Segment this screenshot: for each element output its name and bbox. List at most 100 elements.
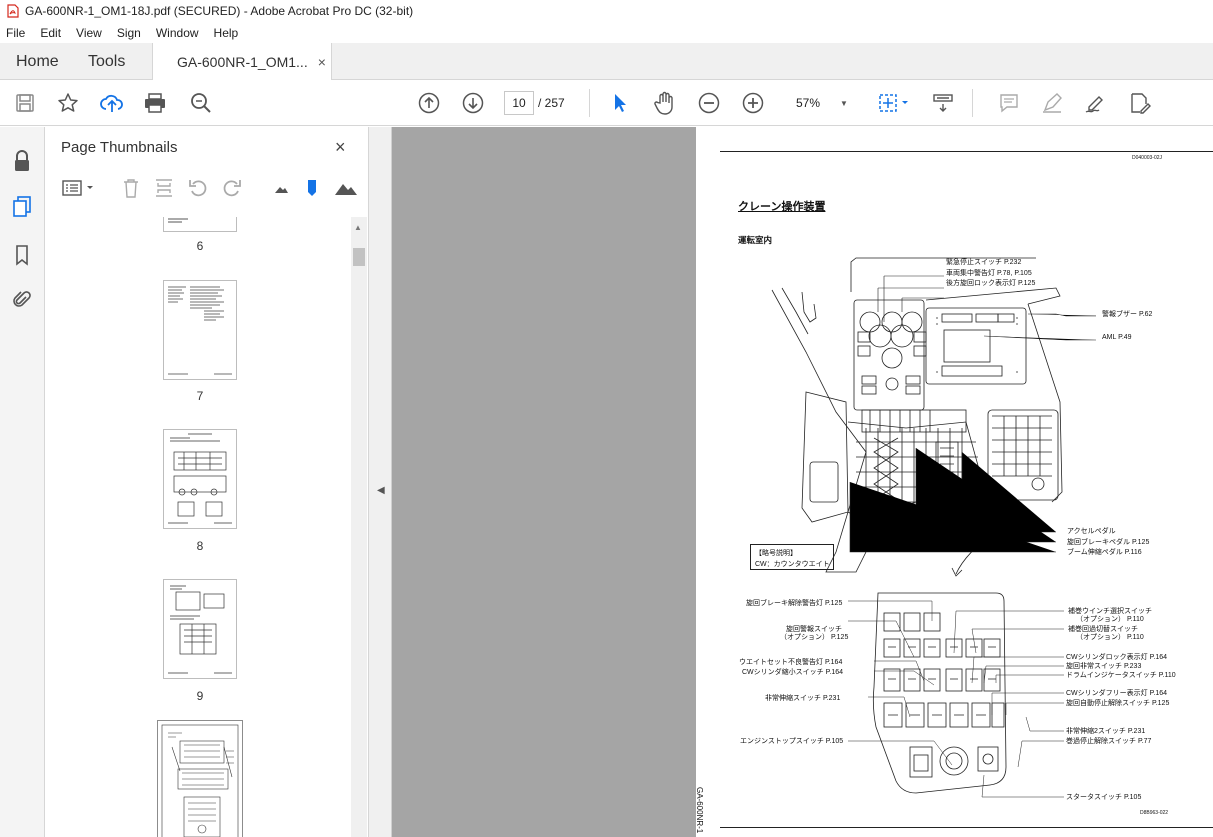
tab-home[interactable]: Home	[16, 43, 59, 80]
menu-help[interactable]: Help	[214, 26, 239, 40]
menu-edit[interactable]: Edit	[40, 26, 61, 40]
attachment-icon[interactable]	[10, 288, 34, 312]
star-icon[interactable]	[56, 91, 80, 115]
fit-page-icon[interactable]	[876, 91, 912, 115]
callout-label: 非常伸縮スイッチ P.231	[765, 695, 841, 702]
tab-close-button[interactable]: ×	[318, 54, 326, 70]
page-heading: クレーン操作装置	[738, 201, 826, 213]
callout-label: 警報ブザー P.62	[1102, 311, 1153, 318]
window-title: GA-600NR-1_OM1-18J.pdf (SECURED) - Adobe…	[25, 4, 414, 18]
hand-tool-icon[interactable]	[653, 91, 677, 115]
panel-toolbar	[45, 171, 367, 203]
callout-label: CWシリンダフリー表示灯 P.164	[1066, 690, 1167, 697]
pdf-page: D040003-02J クレーン操作装置 運転室内 緊急停止スイッチ P.232…	[696, 127, 1213, 837]
callout-label: ウエイトセット不良警告灯 P.164	[739, 659, 843, 666]
toolbar-divider	[589, 89, 590, 117]
page-number-input[interactable]: 10	[504, 91, 534, 115]
callout-label: （オプション） P.125	[780, 634, 849, 641]
options-menu-icon[interactable]	[61, 177, 97, 199]
title-bar: GA-600NR-1_OM1-18J.pdf (SECURED) - Adobe…	[0, 0, 1213, 22]
zoom-in-icon[interactable]	[741, 91, 765, 115]
panel-collapse-handle[interactable]: ◀	[369, 127, 392, 837]
thumbnail-label: 8	[196, 539, 204, 553]
callout-label: アクセルペダル	[1067, 528, 1116, 535]
thumbnail-large-icon[interactable]	[333, 177, 359, 199]
collapse-arrow-icon: ◀	[377, 485, 385, 496]
rotate-right-icon[interactable]	[221, 177, 243, 199]
sign-pen-icon[interactable]	[1084, 91, 1108, 115]
legend-title: 【略号説明】	[755, 550, 797, 557]
previous-page-icon[interactable]	[417, 91, 441, 115]
cloud-upload-icon[interactable]	[100, 91, 124, 115]
toolbar	[0, 80, 1213, 126]
callout-label: 旋回ブレーキペダル P.125	[1067, 539, 1150, 546]
current-page-thumbnail[interactable]	[157, 720, 243, 837]
callout-label: （オプション） P.110	[1076, 616, 1144, 623]
pdf-file-icon	[6, 4, 19, 18]
select-cursor-icon[interactable]	[608, 91, 632, 115]
extract-page-icon[interactable]	[153, 177, 175, 199]
protect-document-icon[interactable]	[1128, 91, 1152, 115]
menu-sign[interactable]: Sign	[117, 26, 141, 40]
toolbar-divider	[972, 89, 973, 117]
callout-label: スタータスイッチ P.105	[1066, 794, 1142, 801]
scroll-mode-icon[interactable]	[931, 91, 955, 115]
callout-label: 車両集中警告灯 P.78, P.105	[946, 270, 1032, 277]
callout-label: 後方旋回ロック表示灯 P.125	[946, 280, 1036, 287]
comment-icon[interactable]	[997, 91, 1021, 115]
print-icon[interactable]	[143, 91, 167, 115]
menu-bar: File Edit View Sign Window Help	[0, 22, 1213, 43]
page-bottom-rule	[720, 827, 1213, 828]
callout-label: （オプション） P.110	[1076, 634, 1144, 641]
callout-label: ブーム伸縮ペダル P.116	[1067, 549, 1142, 556]
menu-view[interactable]: View	[76, 26, 102, 40]
delete-page-icon[interactable]	[120, 177, 142, 199]
save-icon[interactable]	[13, 91, 37, 115]
chevron-down-icon: ▼	[840, 98, 848, 108]
tab-document-label: GA-600NR-1_OM1...	[177, 54, 308, 70]
page-thumbnail[interactable]	[163, 217, 237, 232]
document-background	[369, 127, 696, 837]
thumbnail-label: 6	[196, 239, 204, 253]
callout-label: AML P.49	[1102, 334, 1132, 341]
tab-strip: Home Tools GA-600NR-1_OM1... ×	[0, 43, 1213, 81]
page-thumbnails-panel: Page Thumbnails × 6 7 8 9 ▲	[45, 127, 369, 837]
scrollbar-thumb[interactable]	[353, 248, 365, 266]
panel-close-button[interactable]: ×	[335, 137, 346, 158]
callout-label: 非常伸縮2スイッチ P.231	[1066, 728, 1146, 735]
page-top-rule	[720, 151, 1213, 152]
callout-label: CWシリンダ縮小スイッチ P.164	[742, 669, 843, 676]
side-document-id: GA-600NR-1_OM1-18J	[696, 787, 704, 837]
next-page-icon[interactable]	[461, 91, 485, 115]
figure-code: D8B963-022	[1140, 810, 1169, 816]
panel-title: Page Thumbnails	[61, 139, 178, 156]
zoom-level-select[interactable]: 57% ▼	[786, 91, 858, 115]
abbreviation-legend-box: 【略号説明】 CW：カウンタウエイト	[750, 544, 834, 570]
tab-tools[interactable]: Tools	[88, 43, 125, 80]
page-total: / 257	[538, 96, 565, 110]
lock-icon[interactable]	[10, 149, 34, 173]
page-thumbnail[interactable]	[163, 280, 237, 380]
thumbnail-size-slider-icon[interactable]	[301, 177, 323, 199]
page-thumbnails-icon[interactable]	[10, 195, 34, 219]
page-thumbnail[interactable]	[163, 579, 237, 679]
thumbnail-small-icon[interactable]	[270, 177, 292, 199]
page-thumbnail[interactable]	[163, 429, 237, 529]
page-subheading: 運転室内	[738, 235, 773, 245]
thumbnail-label: 7	[196, 389, 204, 403]
zoom-search-icon[interactable]	[189, 91, 213, 115]
zoom-out-icon[interactable]	[697, 91, 721, 115]
menu-file[interactable]: File	[6, 26, 25, 40]
highlight-pen-icon[interactable]	[1040, 91, 1064, 115]
document-code: D040003-02J	[1132, 155, 1163, 161]
callout-label: ドラムインジケータスイッチ P.110	[1066, 672, 1176, 679]
thumbnail-label: 9	[196, 689, 204, 703]
rotate-left-icon[interactable]	[187, 177, 209, 199]
thumbnail-scrollbar[interactable]: ▲	[351, 217, 367, 837]
thumbnail-list: 6 7 8 9	[45, 217, 351, 837]
bookmark-icon[interactable]	[10, 243, 34, 267]
legend-body: CW：カウンタウエイト	[755, 561, 830, 568]
tab-document[interactable]: GA-600NR-1_OM1... ×	[152, 43, 332, 81]
menu-window[interactable]: Window	[156, 26, 199, 40]
scroll-up-icon[interactable]: ▲	[354, 223, 362, 232]
